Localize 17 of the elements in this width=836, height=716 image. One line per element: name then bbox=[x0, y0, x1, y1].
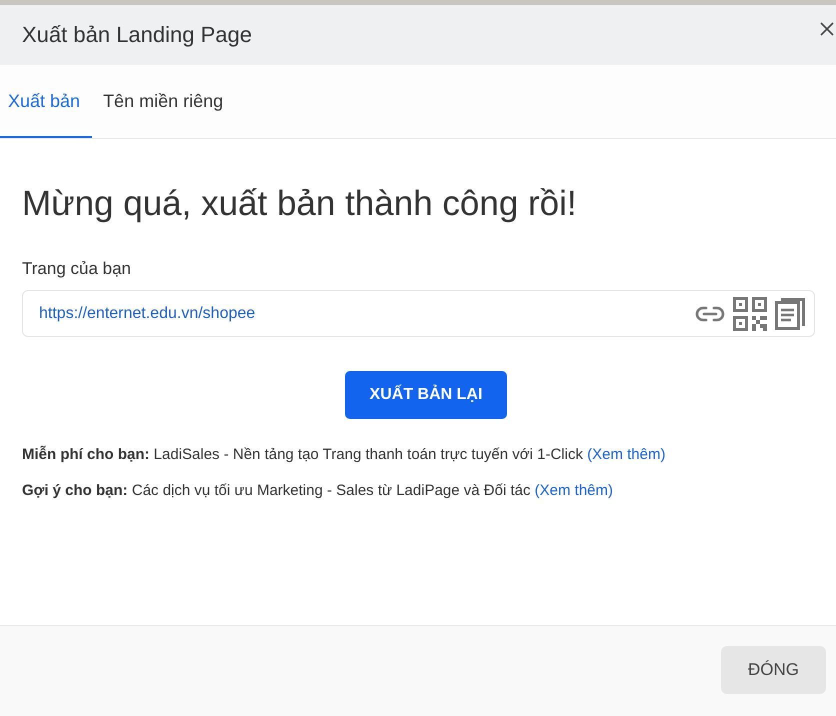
tab[interactable]: Xuất bản bbox=[0, 65, 92, 138]
url-field[interactable]: https://enternet.edu.vn/shopee bbox=[22, 290, 815, 337]
success-heading: Mừng quá, xuất bản thành công rồi! bbox=[22, 183, 578, 225]
see-more-link[interactable]: (Xem thêm) bbox=[534, 482, 613, 499]
field-label: Trang của bạn bbox=[22, 258, 132, 280]
see-more-link[interactable]: (Xem thêm) bbox=[587, 446, 666, 463]
promo-text: Gợi ý cho bạn: Các dịch vụ tối ưu Marketing - Sales từ LadiPage và Đối tác (Xem thêm) bbox=[22, 481, 614, 501]
url-text: https://enternet.edu.vn/shopee bbox=[39, 304, 256, 322]
republish-button[interactable]: XUẤT BẢN LẠI bbox=[344, 371, 508, 419]
close-button[interactable]: ĐÓNG bbox=[721, 646, 826, 694]
document-icon[interactable] bbox=[775, 298, 805, 330]
dialog-title: Xuất bản Landing Page bbox=[22, 22, 252, 48]
tab[interactable]: Tên miền riêng bbox=[95, 65, 236, 138]
close-icon[interactable] bbox=[820, 22, 834, 36]
link-icon[interactable] bbox=[695, 304, 725, 322]
promo-text: Miễn phí cho bạn: LadiSales - Nền tảng tạo Trang thanh toán trực tuyến với 1-Click (Xem thêm) bbox=[22, 444, 666, 465]
qr-code-icon[interactable] bbox=[733, 296, 767, 330]
